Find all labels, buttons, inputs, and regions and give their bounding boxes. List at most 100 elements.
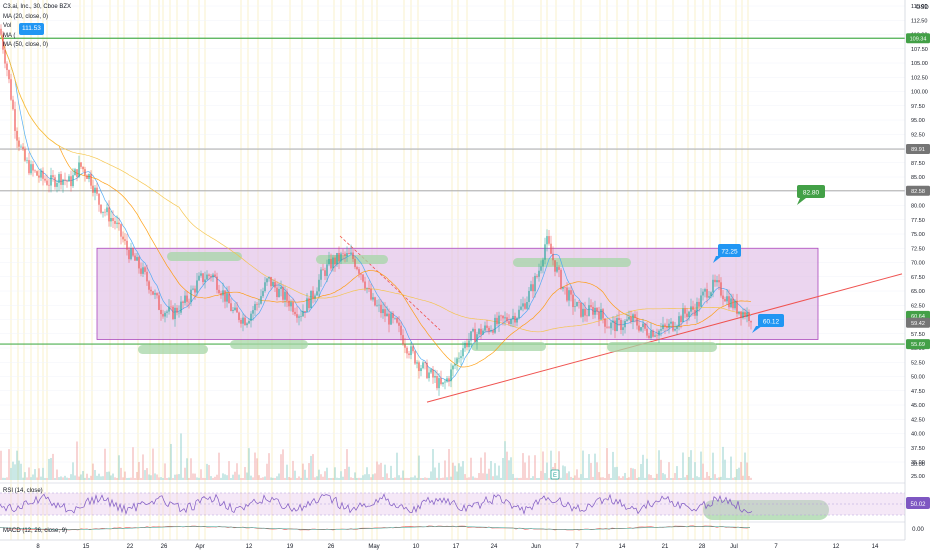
candle xyxy=(78,162,80,177)
candle xyxy=(628,316,630,320)
candle xyxy=(164,312,166,317)
price-tick-label: 85.00 xyxy=(911,175,925,181)
candle xyxy=(568,290,570,301)
highlight-zone xyxy=(607,342,717,352)
candle xyxy=(456,358,458,364)
candle xyxy=(482,330,484,335)
candle xyxy=(250,313,252,321)
candle xyxy=(296,314,298,318)
candle xyxy=(638,325,640,331)
candle xyxy=(486,325,488,328)
candle xyxy=(8,70,10,80)
candle xyxy=(280,286,282,289)
candle xyxy=(452,365,454,370)
candle xyxy=(208,274,210,276)
candle xyxy=(698,301,700,307)
candle xyxy=(604,318,606,327)
candle xyxy=(28,160,30,174)
candle xyxy=(144,267,146,272)
candle xyxy=(428,372,430,379)
candle xyxy=(514,315,516,323)
candle xyxy=(470,331,472,341)
candle xyxy=(138,257,140,269)
price-badge-label: 109.34 xyxy=(910,36,927,42)
candle xyxy=(54,177,56,187)
candle xyxy=(94,187,96,193)
candle xyxy=(36,171,38,176)
candle xyxy=(538,270,540,277)
candle xyxy=(166,311,168,313)
candle xyxy=(544,244,546,260)
chart-canvas[interactable]: 82.80 72.25 60.12 E RSI (14, close) MACD… xyxy=(0,0,932,550)
candle xyxy=(124,239,126,241)
candle xyxy=(336,252,338,265)
candle xyxy=(488,327,490,332)
candle xyxy=(168,306,170,312)
candle xyxy=(602,309,604,319)
candle xyxy=(692,306,694,310)
candle xyxy=(656,335,658,337)
price-tick-label: 67.50 xyxy=(911,275,925,281)
price-tick-label: 97.50 xyxy=(911,104,925,110)
candle xyxy=(274,281,276,288)
time-tick-label: 12 xyxy=(246,544,253,550)
candle xyxy=(182,301,184,303)
symbol-title[interactable]: C3.ai, Inc., 30, Cboe BZX xyxy=(3,3,71,13)
candle xyxy=(254,304,256,311)
price-tick-label: 107.50 xyxy=(911,47,928,53)
candle xyxy=(730,298,732,308)
price-badge-label: 89.91 xyxy=(911,147,925,153)
candle xyxy=(332,257,334,269)
candle xyxy=(750,320,752,323)
candle xyxy=(70,176,72,187)
candle xyxy=(410,346,412,356)
candle xyxy=(334,257,336,265)
price-tick-label: 80.00 xyxy=(911,204,925,210)
ma50-legend[interactable]: MA (50, close, 0) xyxy=(3,41,71,51)
candle xyxy=(130,248,132,260)
candle xyxy=(626,319,628,321)
candle xyxy=(180,301,182,313)
candle xyxy=(364,281,366,289)
candle xyxy=(34,170,36,172)
candle xyxy=(688,311,690,317)
candle xyxy=(388,313,390,325)
candle xyxy=(178,312,180,314)
candle xyxy=(742,311,744,318)
price-tick-label: 72.50 xyxy=(911,246,925,252)
svg-text:E: E xyxy=(553,473,557,479)
earnings-marker[interactable]: E xyxy=(550,469,560,480)
candle xyxy=(660,329,662,331)
candle xyxy=(152,291,154,295)
candle xyxy=(570,290,572,295)
candle xyxy=(654,335,656,337)
candle xyxy=(222,290,224,296)
candle xyxy=(312,290,314,299)
candle xyxy=(256,304,258,305)
candle xyxy=(572,294,574,308)
candle xyxy=(530,284,532,291)
candle xyxy=(562,286,564,289)
candle xyxy=(710,292,712,297)
candle xyxy=(300,316,302,317)
candle xyxy=(62,179,64,185)
price-tick-label: 87.50 xyxy=(911,161,925,167)
candle xyxy=(292,302,294,312)
candle xyxy=(228,293,230,304)
candle xyxy=(50,175,52,186)
candle xyxy=(352,252,354,259)
time-tick-label: 14 xyxy=(619,544,626,550)
candle xyxy=(356,267,358,270)
candle xyxy=(690,306,692,312)
candle xyxy=(0,28,2,35)
rsi-label: RSI (14, close) xyxy=(3,488,43,494)
ma20-legend[interactable]: MA (20, close, 0) xyxy=(3,13,71,23)
candle xyxy=(350,252,352,255)
candle xyxy=(190,289,192,302)
price-tick-label: 105.00 xyxy=(911,61,928,67)
candle xyxy=(154,293,156,295)
candle xyxy=(320,269,322,280)
candle xyxy=(736,300,738,314)
candle xyxy=(746,312,748,317)
candle xyxy=(744,311,746,317)
